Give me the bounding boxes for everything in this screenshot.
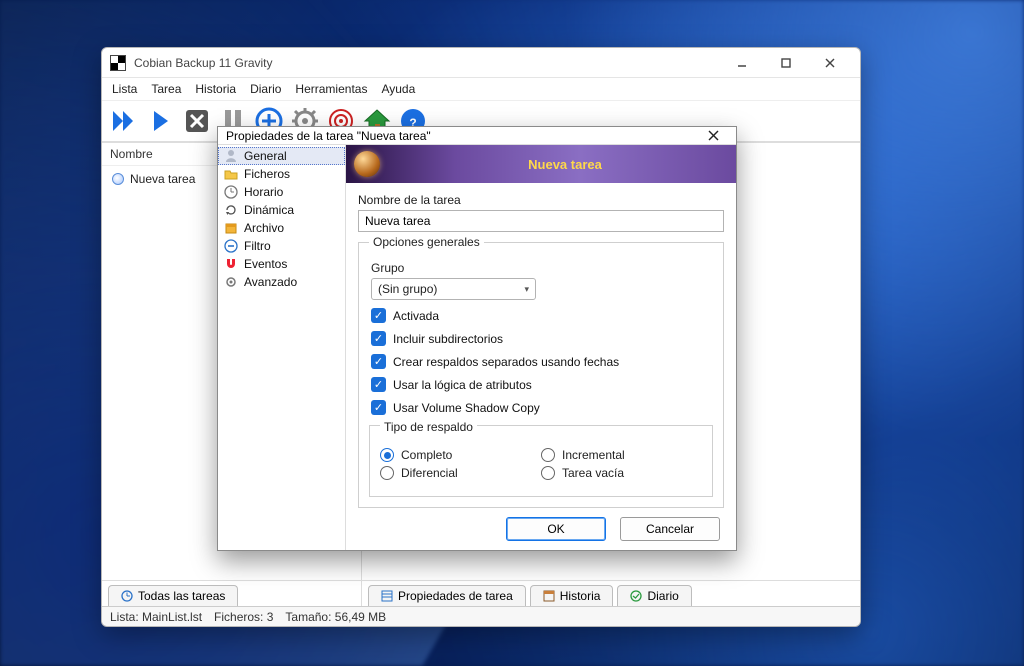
dialog-close-button[interactable] (708, 130, 728, 141)
checkmark-icon: ✓ (371, 377, 386, 392)
nav-archivo[interactable]: Archivo (218, 219, 345, 237)
dialog-banner: Nueva tarea (346, 145, 736, 183)
dialog-titlebar: Propiedades de la tarea "Nueva tarea" (218, 127, 736, 145)
dialog-title: Propiedades de la tarea "Nueva tarea" (226, 129, 431, 143)
checkbox-atributos[interactable]: ✓ Usar la lógica de atributos (371, 377, 713, 392)
checkmark-icon: ✓ (371, 331, 386, 346)
clock-icon (121, 590, 133, 602)
nav-general[interactable]: General (218, 147, 345, 165)
radio-diferencial[interactable]: Diferencial (380, 466, 541, 480)
backup-type-legend: Tipo de respaldo (380, 420, 477, 434)
nav-filtro[interactable]: Filtro (218, 237, 345, 255)
backup-type-group: Tipo de respaldo Completo Dif (369, 425, 713, 497)
general-options-group: Opciones generales Grupo (Sin grupo) ▾ ✓… (358, 242, 724, 508)
properties-icon (381, 590, 393, 602)
tab-todas-las-tareas[interactable]: Todas las tareas (108, 585, 238, 606)
menu-bar: Lista Tarea Historia Diario Herramientas… (102, 78, 860, 100)
checkmark-icon: ✓ (371, 308, 386, 323)
ok-button[interactable]: OK (506, 517, 606, 541)
person-icon (224, 149, 238, 163)
checkbox-activada[interactable]: ✓ Activada (371, 308, 713, 323)
folder-icon (224, 167, 238, 181)
run-icon[interactable] (146, 106, 176, 136)
task-properties-dialog: Propiedades de la tarea "Nueva tarea" Ge… (217, 126, 737, 551)
status-tamano: Tamaño: 56,49 MB (285, 610, 386, 624)
run-all-icon[interactable] (110, 106, 140, 136)
group-label: Grupo (371, 261, 713, 275)
diary-icon (630, 590, 642, 602)
window-title: Cobian Backup 11 Gravity (134, 56, 273, 70)
status-bar: Lista: MainList.lst Ficheros: 3 Tamaño: … (102, 606, 860, 626)
magnet-icon (224, 257, 238, 271)
banner-title: Nueva tarea (528, 157, 602, 172)
radio-incremental[interactable]: Incremental (541, 448, 702, 462)
nav-horario[interactable]: Horario (218, 183, 345, 201)
minus-circle-icon (224, 239, 238, 253)
checkbox-subdirectorios[interactable]: ✓ Incluir subdirectorios (371, 331, 713, 346)
nav-avanzado[interactable]: Avanzado (218, 273, 345, 291)
status-ficheros: Ficheros: 3 (214, 610, 273, 624)
checkmark-icon: ✓ (371, 400, 386, 415)
menu-historia[interactable]: Historia (195, 82, 236, 96)
radio-completo[interactable]: Completo (380, 448, 541, 462)
task-name: Nueva tarea (130, 172, 195, 186)
checkbox-vss[interactable]: ✓ Usar Volume Shadow Copy (371, 400, 713, 415)
stop-icon[interactable] (182, 106, 212, 136)
titlebar: Cobian Backup 11 Gravity (102, 48, 860, 78)
gear-small-icon (224, 275, 238, 289)
refresh-icon (224, 203, 238, 217)
task-name-input[interactable] (358, 210, 724, 232)
checkbox-fechas[interactable]: ✓ Crear respaldos separados usando fecha… (371, 354, 713, 369)
nav-dinamica[interactable]: Dinámica (218, 201, 345, 219)
app-icon (110, 55, 126, 71)
history-icon (543, 590, 555, 602)
tab-historia[interactable]: Historia (530, 585, 614, 606)
checkmark-icon: ✓ (371, 354, 386, 369)
dialog-nav: General Ficheros Horario Dinámica Archiv… (218, 145, 346, 550)
cancel-button[interactable]: Cancelar (620, 517, 720, 541)
menu-tarea[interactable]: Tarea (151, 82, 181, 96)
archive-icon (224, 221, 238, 235)
radio-tarea-vacia[interactable]: Tarea vacía (541, 466, 702, 480)
menu-diario[interactable]: Diario (250, 82, 281, 96)
task-name-label: Nombre de la tarea (358, 193, 724, 207)
minimize-button[interactable] (720, 49, 764, 77)
menu-lista[interactable]: Lista (112, 82, 137, 96)
clock-icon (224, 185, 238, 199)
general-options-legend: Opciones generales (369, 235, 484, 249)
nav-eventos[interactable]: Eventos (218, 255, 345, 273)
tab-diario[interactable]: Diario (617, 585, 691, 606)
menu-ayuda[interactable]: Ayuda (381, 82, 415, 96)
task-status-icon (112, 173, 124, 185)
maximize-button[interactable] (764, 49, 808, 77)
tab-propiedades[interactable]: Propiedades de tarea (368, 585, 526, 606)
planet-icon (354, 151, 380, 177)
menu-herramientas[interactable]: Herramientas (295, 82, 367, 96)
close-button[interactable] (808, 49, 852, 77)
group-select[interactable]: (Sin grupo) ▾ (371, 278, 536, 300)
status-lista: Lista: MainList.lst (110, 610, 202, 624)
chevron-down-icon: ▾ (524, 284, 529, 295)
nav-ficheros[interactable]: Ficheros (218, 165, 345, 183)
